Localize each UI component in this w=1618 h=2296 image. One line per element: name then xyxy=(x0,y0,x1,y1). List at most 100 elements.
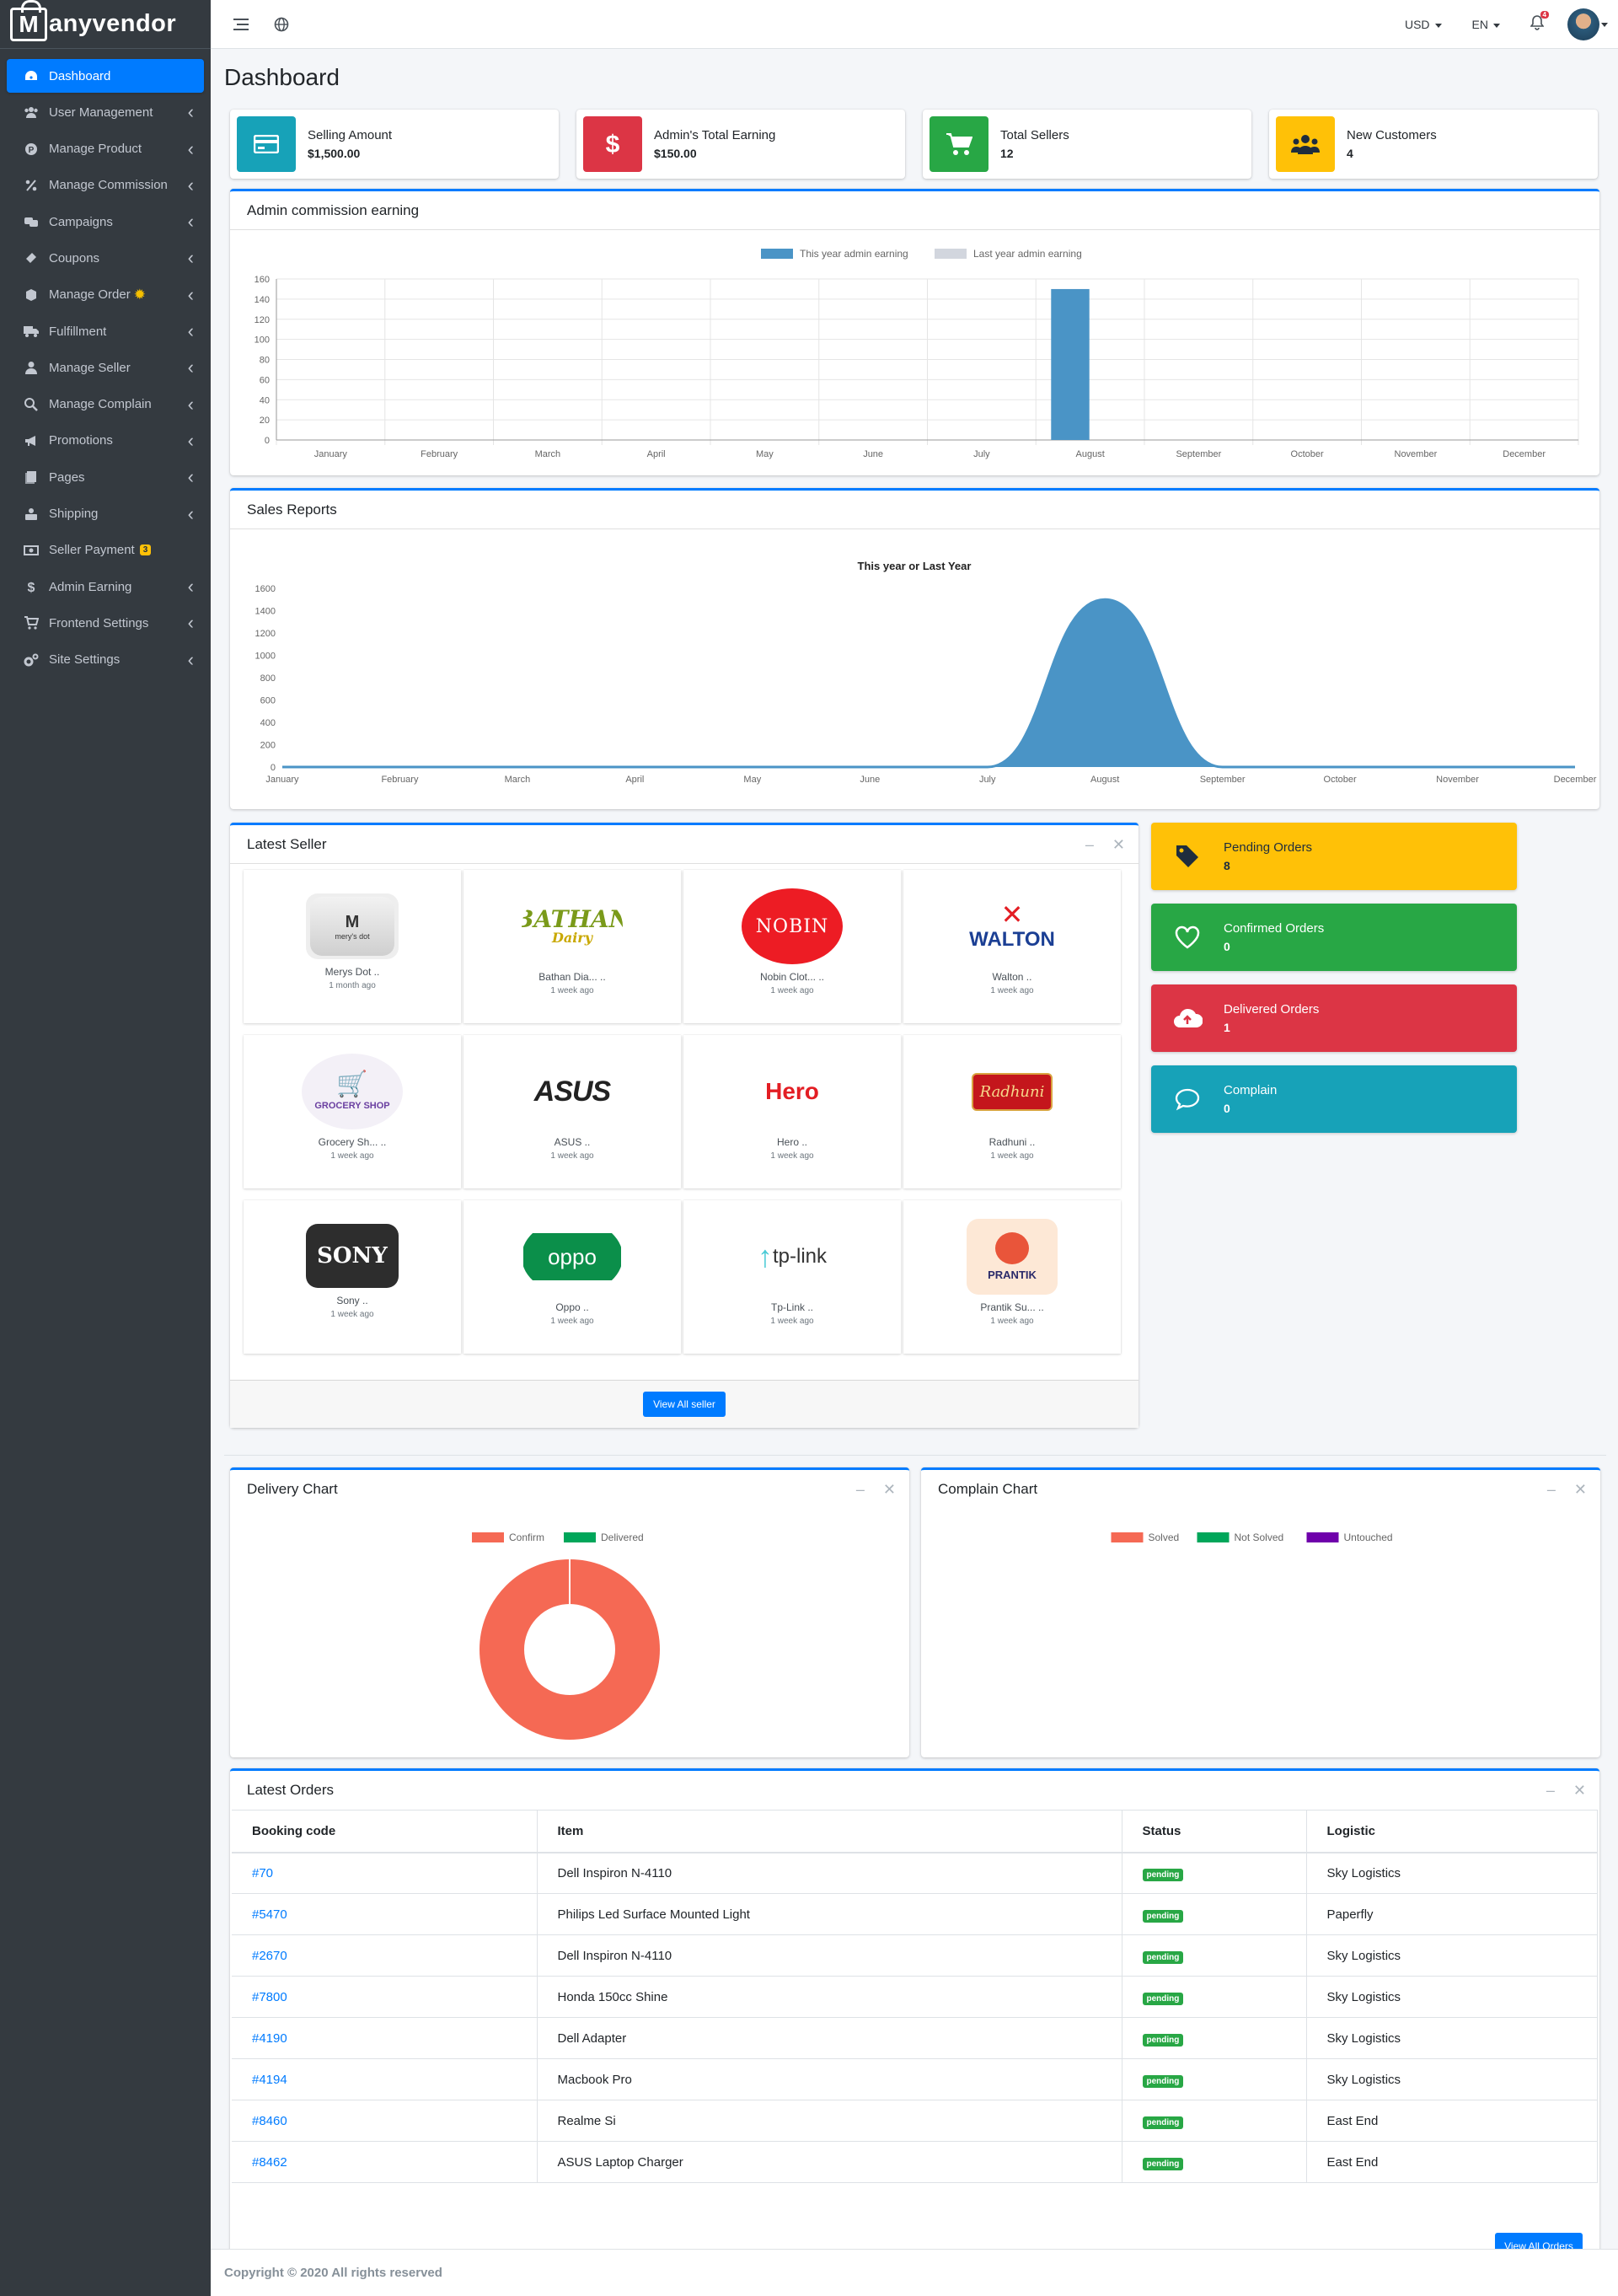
seller-card[interactable]: BATHANDairy Bathan Dia... .. 1 week ago xyxy=(463,870,681,1023)
close-icon[interactable]: ✕ xyxy=(1574,1481,1587,1499)
menu-toggle-icon[interactable] xyxy=(231,14,251,35)
sidebar-item-pages[interactable]: Pages ‹ xyxy=(7,460,204,494)
seller-joined-time: 1 week ago xyxy=(330,1151,374,1161)
legend-label: Solved xyxy=(1149,1532,1180,1543)
booking-code-link[interactable]: #4194 xyxy=(232,2058,538,2100)
booking-code-link[interactable]: #70 xyxy=(232,1852,538,1894)
oppo-logo: oppo xyxy=(522,1219,623,1295)
globe-icon[interactable] xyxy=(271,14,292,35)
currency-dropdown[interactable]: USD xyxy=(1405,18,1442,31)
booking-code-link[interactable]: #4190 xyxy=(232,2017,538,2059)
legend-label: Not Solved xyxy=(1235,1532,1284,1543)
order-stat-pending-orders[interactable]: Pending Orders 8 xyxy=(1151,823,1517,890)
booking-code-link[interactable]: #5470 xyxy=(232,1893,538,1935)
order-item: Realme Si xyxy=(537,2100,1122,2142)
order-stat-content: Delivered Orders 1 xyxy=(1224,1000,1319,1038)
minimize-icon[interactable]: – xyxy=(1547,1481,1556,1499)
user-avatar[interactable] xyxy=(1567,8,1608,40)
sidebar-item-manage-product[interactable]: P Manage Product ‹ xyxy=(7,132,204,166)
minimize-icon[interactable]: – xyxy=(1085,836,1094,854)
prantik-logo: PRANTIK xyxy=(967,1219,1058,1295)
minimize-icon[interactable]: – xyxy=(1546,1782,1555,1800)
svg-text:P: P xyxy=(29,146,35,155)
y-tick-label: 40 xyxy=(260,395,270,405)
order-stat-complain[interactable]: Complain 0 xyxy=(1151,1065,1517,1133)
close-icon[interactable]: ✕ xyxy=(883,1481,896,1499)
info-box-value: 4 xyxy=(1347,146,1353,160)
order-stat-confirmed-orders[interactable]: Confirmed Orders 0 xyxy=(1151,904,1517,971)
grocery-shop-logo: 🛒 GROCERY SHOP xyxy=(302,1054,403,1129)
column-header[interactable]: Status xyxy=(1122,1810,1307,1853)
sidebar-item-label: Site Settings xyxy=(49,652,121,668)
seller-card[interactable]: Mmery's dot Merys Dot .. 1 month ago xyxy=(244,870,461,1023)
cloud-upload-icon xyxy=(1151,1007,1224,1029)
sidebar-item-shipping[interactable]: Shipping ‹ xyxy=(7,497,204,531)
close-icon[interactable]: ✕ xyxy=(1573,1782,1586,1800)
brand-logo[interactable]: M anyvendor xyxy=(0,0,211,49)
seller-card[interactable]: PRANTIK Prantik Su... .. 1 week ago xyxy=(903,1200,1121,1354)
bathan-logo: BATHANDairy xyxy=(522,888,623,964)
seller-card[interactable]: SONY Sony .. 1 week ago xyxy=(244,1200,461,1354)
sidebar-item-manage-order[interactable]: Manage Order ✹ ‹ xyxy=(7,278,204,312)
y-tick-label: 600 xyxy=(260,696,276,706)
sidebar-item-manage-complain[interactable]: Manage Complain ‹ xyxy=(7,388,204,421)
x-tick-label: December xyxy=(1554,775,1597,785)
x-tick-label: May xyxy=(756,449,774,459)
seller-card[interactable]: 🛒 GROCERY SHOP Grocery Sh... .. 1 week ago xyxy=(244,1035,461,1188)
sidebar-item-campaigns[interactable]: Campaigns ‹ xyxy=(7,205,204,239)
column-header[interactable]: Logistic xyxy=(1306,1810,1598,1853)
sidebar-item-frontend-settings[interactable]: Frontend Settings ‹ xyxy=(7,606,204,640)
sidebar-item-user-management[interactable]: User Management ‹ xyxy=(7,95,204,129)
sidebar-item-dashboard[interactable]: Dashboard xyxy=(7,59,204,93)
seller-card[interactable]: ✕ WALTON Walton .. 1 week ago xyxy=(903,870,1121,1023)
minimize-icon[interactable]: – xyxy=(856,1481,865,1499)
sidebar-item-site-settings[interactable]: Site Settings ‹ xyxy=(7,643,204,677)
order-stat-label: Confirmed Orders xyxy=(1224,920,1325,936)
column-header[interactable]: Item xyxy=(537,1810,1122,1853)
order-item: Honda 150cc Shine xyxy=(537,1976,1122,2018)
booking-code-link[interactable]: #2670 xyxy=(232,1934,538,1977)
booking-code-link[interactable]: #8460 xyxy=(232,2100,538,2142)
delivery-doughnut-chart: Confirm Delivered xyxy=(472,1532,660,1740)
sidebar-item-seller-payment[interactable]: Seller Payment 3 xyxy=(7,534,204,567)
seller-card[interactable]: NOBIN Nobin Clot... .. 1 week ago xyxy=(683,870,901,1023)
logo-text: ASUS xyxy=(533,1075,611,1108)
sidebar-item-fulfillment[interactable]: Fulfillment ‹ xyxy=(7,314,204,348)
sidebar-item-admin-earning[interactable]: $ Admin Earning ‹ xyxy=(7,570,204,604)
card-title: Delivery Chart xyxy=(247,1481,338,1497)
seller-card[interactable]: ↑ tp-link Tp-Link .. 1 week ago xyxy=(683,1200,901,1354)
language-dropdown[interactable]: EN xyxy=(1472,18,1500,31)
sidebar-item-manage-seller[interactable]: Manage Seller ‹ xyxy=(7,351,204,384)
seller-card[interactable]: ASUS ASUS .. 1 week ago xyxy=(463,1035,681,1188)
sony-logo: SONY xyxy=(306,1224,399,1288)
sidebar-item-label: Campaigns xyxy=(49,214,113,229)
seller-card[interactable]: oppo Oppo .. 1 week ago xyxy=(463,1200,681,1354)
seller-name: Merys Dot .. xyxy=(324,966,380,978)
order-stat-value: 0 xyxy=(1224,939,1230,953)
sidebar-item-promotions[interactable]: Promotions ‹ xyxy=(7,424,204,458)
seller-card[interactable]: Hero Hero .. 1 week ago xyxy=(683,1035,901,1188)
table-row: #4194 Macbook Pro pending Sky Logistics xyxy=(232,2058,1598,2100)
order-logistic: Paperfly xyxy=(1306,1893,1598,1935)
card-title: Latest Orders xyxy=(247,1782,334,1798)
order-stat-delivered-orders[interactable]: Delivered Orders 1 xyxy=(1151,984,1517,1052)
column-header[interactable]: Booking code xyxy=(232,1810,538,1853)
series-line xyxy=(281,598,1575,769)
close-icon[interactable]: ✕ xyxy=(1112,836,1125,854)
y-tick-label: 0 xyxy=(265,436,270,446)
order-item: Dell Adapter xyxy=(537,2017,1122,2059)
order-item: Philips Led Surface Mounted Light xyxy=(537,1893,1122,1935)
sidebar-item-manage-commission[interactable]: Manage Commission ‹ xyxy=(7,169,204,202)
sidebar-item-coupons[interactable]: Coupons ‹ xyxy=(7,241,204,275)
booking-code-link[interactable]: #7800 xyxy=(232,1976,538,2018)
card-title: Complain Chart xyxy=(938,1481,1038,1497)
booking-code-link[interactable]: #8462 xyxy=(232,2141,538,2183)
order-logistic: Sky Logistics xyxy=(1306,2058,1598,2100)
view-all-seller-button[interactable]: View All seller xyxy=(643,1392,726,1417)
notification-bell-icon[interactable]: 4 xyxy=(1530,11,1549,34)
seller-card[interactable]: Radhuni Radhuni .. 1 week ago xyxy=(903,1035,1121,1188)
legend-swatch xyxy=(935,249,967,259)
pages-icon xyxy=(24,469,39,485)
table-row: #7800 Honda 150cc Shine pending Sky Logisti… xyxy=(232,1976,1598,2018)
seller-joined-time: 1 month ago xyxy=(329,981,376,990)
